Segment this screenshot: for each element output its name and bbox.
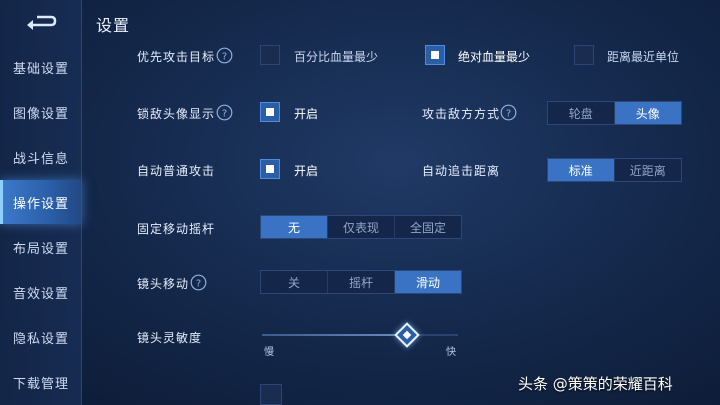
svg-text:?: ? xyxy=(222,109,227,120)
sensitivity-slider-handle[interactable] xyxy=(394,322,420,348)
slider-min-label: 慢 xyxy=(264,347,274,358)
back-button[interactable] xyxy=(22,10,58,32)
sidebar-item-label: 音效设置 xyxy=(13,286,70,302)
svg-text:?: ? xyxy=(506,109,511,120)
sidebar-item-label: 战斗信息 xyxy=(13,151,70,167)
lock-avatar-label: 锁敌头像显示 xyxy=(137,107,216,121)
sidebar-item-label: 下载管理 xyxy=(13,376,70,392)
camera-off-button[interactable]: 关 xyxy=(261,271,328,293)
camera-joystick-button[interactable]: 摇杆 xyxy=(328,271,395,293)
attack-mode-wheel-button[interactable]: 轮盘 xyxy=(548,102,615,124)
camera-sensitivity-label: 镜头灵敏度 xyxy=(137,331,203,345)
attack-mode-avatar-button[interactable]: 头像 xyxy=(614,102,681,124)
percent-hp-checkbox[interactable] xyxy=(260,45,280,65)
fixed-joystick-label: 固定移动摇杆 xyxy=(137,222,216,236)
sidebar: 基础设置 图像设置 战斗信息 操作设置 布局设置 音效设置 隐私设置 下载管理 xyxy=(0,0,82,405)
percent-hp-label: 百分比血量最少 xyxy=(294,50,379,64)
sidebar-item-graphics[interactable]: 图像设置 xyxy=(0,90,82,134)
svg-text:?: ? xyxy=(196,279,201,290)
sidebar-item-battle-info[interactable]: 战斗信息 xyxy=(0,135,82,179)
sidebar-item-label: 隐私设置 xyxy=(13,331,70,347)
priority-target-label: 优先攻击目标 xyxy=(137,50,216,64)
chase-standard-button[interactable]: 标准 xyxy=(548,159,615,181)
absolute-hp-label: 绝对血量最少 xyxy=(458,50,531,64)
back-arrow-icon xyxy=(27,15,57,30)
sidebar-item-audio[interactable]: 音效设置 xyxy=(0,270,82,314)
help-icon[interactable]: ? xyxy=(216,47,233,64)
camera-move-segmented: 关 摇杆 滑动 xyxy=(260,270,462,294)
sidebar-item-label: 布局设置 xyxy=(13,241,70,257)
slider-max-label: 快 xyxy=(446,347,456,358)
nearest-unit-label: 距离最近单位 xyxy=(607,50,680,64)
camera-move-label: 镜头移动 xyxy=(137,277,190,291)
page-title: 设置 xyxy=(96,16,131,35)
watermark: 头条 @策策的荣耀百科 xyxy=(518,375,673,393)
sidebar-item-label: 基础设置 xyxy=(13,61,70,77)
auto-attack-option: 开启 xyxy=(294,164,319,178)
auto-attack-checkbox[interactable] xyxy=(260,159,280,179)
joystick-none-button[interactable]: 无 xyxy=(261,216,328,238)
lock-avatar-checkbox[interactable] xyxy=(260,102,280,122)
nearest-unit-checkbox[interactable] xyxy=(574,45,594,65)
chase-close-button[interactable]: 近距离 xyxy=(615,159,682,181)
camera-swipe-button[interactable]: 滑动 xyxy=(395,271,461,293)
chase-distance-label: 自动追击距离 xyxy=(422,164,501,178)
sidebar-item-layout[interactable]: 布局设置 xyxy=(0,225,82,269)
sidebar-item-basic[interactable]: 基础设置 xyxy=(0,45,82,89)
svg-text:?: ? xyxy=(222,52,227,63)
auto-attack-label: 自动普通攻击 xyxy=(137,164,216,178)
chase-distance-segmented: 标准 近距离 xyxy=(547,158,682,182)
lock-avatar-option: 开启 xyxy=(294,107,319,121)
sensitivity-slider-track[interactable] xyxy=(262,334,458,336)
help-icon[interactable]: ? xyxy=(500,104,517,121)
attack-mode-label: 攻击敌方方式 xyxy=(422,107,501,121)
joystick-visual-button[interactable]: 仅表现 xyxy=(328,216,395,238)
next-row-checkbox[interactable] xyxy=(260,384,282,405)
attack-mode-segmented: 轮盘 头像 xyxy=(547,101,682,125)
fixed-joystick-segmented: 无 仅表现 全固定 xyxy=(260,215,462,239)
sidebar-item-label: 图像设置 xyxy=(13,106,70,122)
absolute-hp-checkbox[interactable] xyxy=(425,45,445,65)
sidebar-item-privacy[interactable]: 隐私设置 xyxy=(0,315,82,359)
sidebar-item-downloads[interactable]: 下载管理 xyxy=(0,360,82,404)
help-icon[interactable]: ? xyxy=(216,104,233,121)
sidebar-item-controls[interactable]: 操作设置 xyxy=(0,180,82,224)
help-icon[interactable]: ? xyxy=(190,274,207,291)
joystick-full-button[interactable]: 全固定 xyxy=(395,216,461,238)
sidebar-item-label: 操作设置 xyxy=(13,196,70,212)
